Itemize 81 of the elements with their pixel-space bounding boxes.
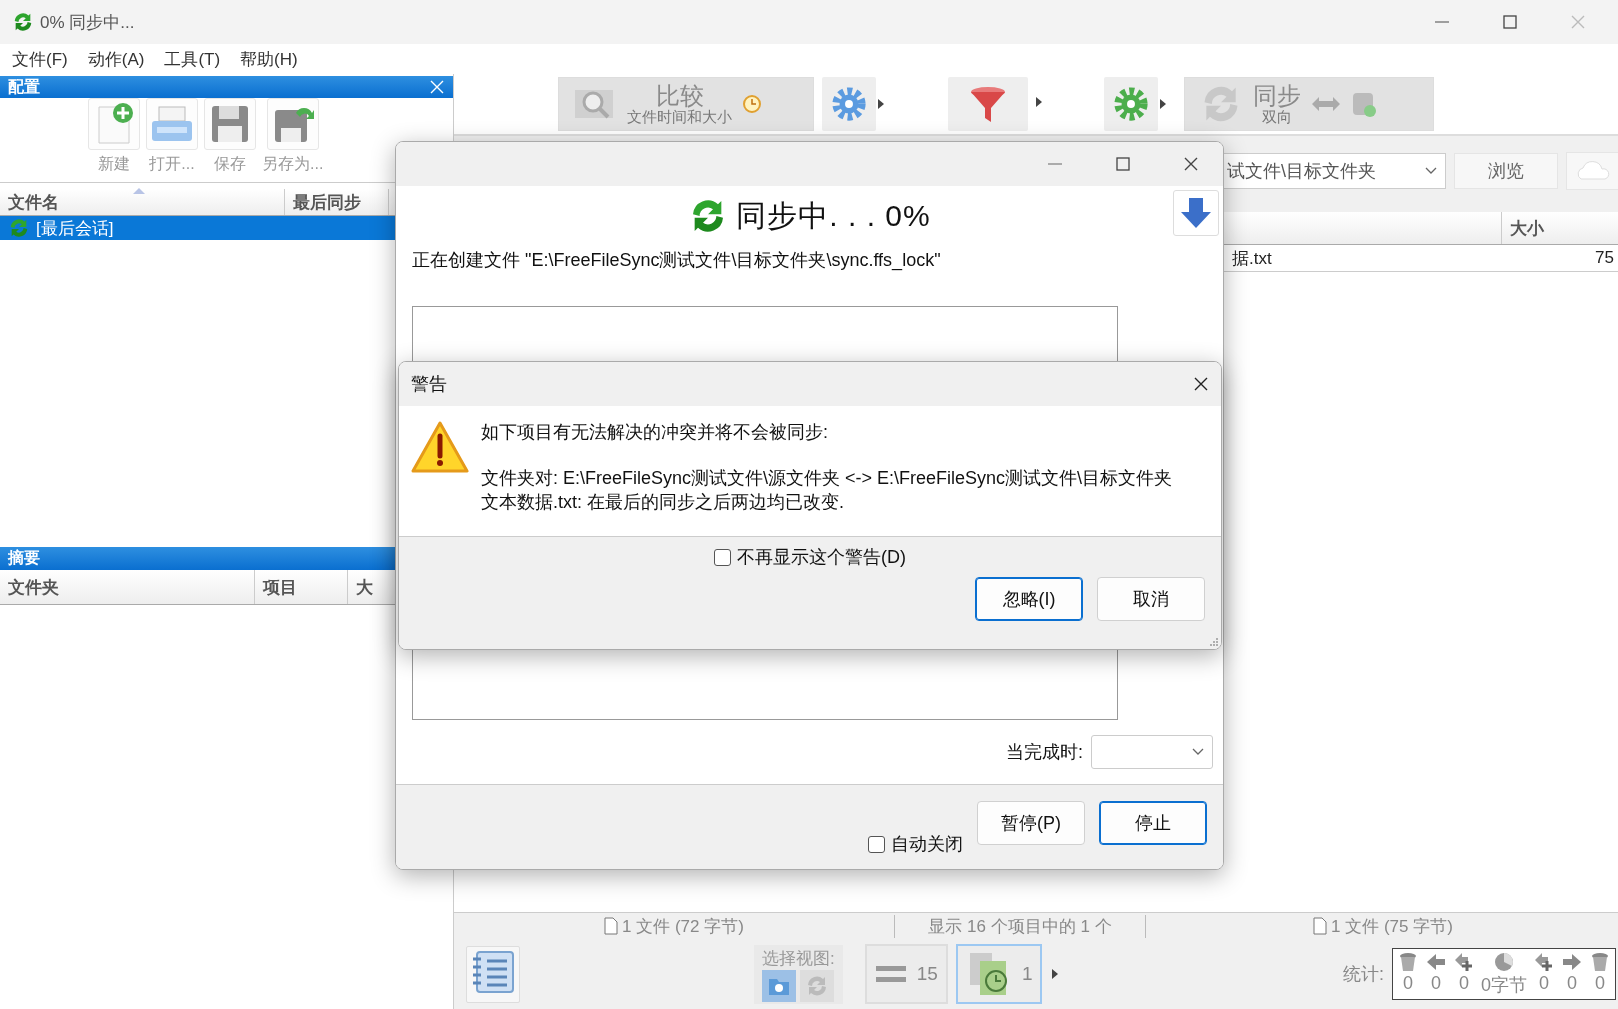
funnel-icon	[968, 84, 1008, 124]
expand-arrow-icon[interactable]	[876, 97, 886, 111]
status-message: 正在创建文件 "E:\FreeFileSync测试文件\目标文件夹\sync.ffs_lock"	[411, 249, 942, 272]
equals-icon	[874, 964, 907, 984]
column-header[interactable]: 大小	[1501, 212, 1618, 244]
dialog-button[interactable]: 忽略(I)	[975, 577, 1083, 621]
view-mode-button[interactable]	[762, 969, 797, 1002]
stat-value: 0	[1567, 973, 1577, 994]
view-label: 选择视图:	[762, 947, 835, 970]
file-size: 75	[1595, 248, 1614, 268]
close-button[interactable]	[1183, 156, 1199, 172]
checkbox[interactable]	[868, 835, 885, 853]
expand-arrow-icon[interactable]	[1034, 95, 1044, 109]
clock-icon	[742, 94, 762, 114]
menu-item[interactable]: 文件(F)	[12, 47, 68, 71]
sort-arrow-icon	[132, 187, 146, 195]
sync-icon	[12, 11, 34, 33]
dont-show-checkbox[interactable]: 不再显示这个警告(D)	[714, 545, 906, 569]
checkbox-label: 不再显示这个警告(D)	[737, 546, 906, 569]
log-button[interactable]	[466, 945, 520, 1003]
right-arrow-icon	[1561, 951, 1583, 973]
auto-close-checkbox[interactable]: 自动关闭	[868, 832, 963, 856]
sync-icon	[8, 217, 30, 239]
stat-value: 0	[1430, 973, 1441, 994]
menu-item[interactable]: 工具(T)	[164, 47, 221, 71]
cloud-icon	[1575, 161, 1611, 181]
maximize-button[interactable]	[1115, 156, 1131, 172]
status-text: 显示 16 个项目中的 1 个	[928, 915, 1112, 938]
compare-button[interactable]: 比较 文件时间和大小	[558, 77, 814, 131]
left-arrow-icon	[1425, 951, 1447, 973]
stat-value: 0字节	[1481, 974, 1527, 997]
stat-value: 0	[1595, 973, 1605, 994]
filter-button[interactable]	[948, 77, 1028, 131]
file-name: 据.txt	[1232, 247, 1272, 270]
sync-button[interactable]: 同步 双向	[1184, 77, 1434, 131]
resize-grip-icon[interactable]	[1209, 637, 1219, 647]
dialog-button[interactable]: 暂停(P)	[977, 801, 1085, 845]
expand-arrow-icon[interactable]	[1158, 97, 1168, 111]
plus-arrow-icon	[1533, 951, 1555, 973]
panel-title: 摘要	[8, 548, 40, 568]
column-header[interactable]: 文件夹	[0, 570, 255, 604]
checkbox[interactable]	[714, 548, 731, 566]
stat-value: 0	[1458, 973, 1469, 994]
close-button[interactable]	[1193, 376, 1209, 392]
down-arrow-icon	[1179, 196, 1213, 230]
maximize-button[interactable]	[1502, 14, 1518, 30]
checkbox-label: 自动关闭	[891, 833, 963, 856]
dialog-title: 警告	[411, 373, 447, 396]
conflict-detail: 文本数据.txt: 在最后的同步之后两边均已改变.	[481, 491, 845, 514]
status-text: 1 文件 (75 字节)	[1331, 915, 1453, 938]
window-title: 0% 同步中...	[40, 11, 135, 34]
menu-item[interactable]: 动作(A)	[87, 47, 145, 71]
menu-item[interactable]: 帮助(H)	[240, 47, 298, 71]
file-icon	[1313, 917, 1328, 935]
progress-title: 同步中. . . 0%	[736, 197, 931, 234]
column-header[interactable]: 文件名	[0, 189, 285, 215]
file-icon	[604, 917, 619, 935]
session-name: [最后会话]	[36, 217, 114, 240]
double-arrow-icon	[1311, 96, 1341, 112]
plus-arrow-icon	[1453, 951, 1475, 973]
bin-icon	[1397, 951, 1419, 973]
settings-icon	[830, 85, 868, 123]
pie-icon	[1493, 951, 1515, 973]
folder-path: 试文件\目标文件夹	[1227, 160, 1376, 183]
warning-icon	[411, 420, 469, 474]
browse-button[interactable]: 浏览	[1454, 153, 1558, 189]
warning-message: 如下项目有无法解决的冲突并将不会被同步:	[481, 421, 829, 444]
completion-label: 当完成时:	[1006, 741, 1083, 764]
dialog-button[interactable]: 取消	[1097, 577, 1205, 621]
minimize-to-tray-button[interactable]	[1173, 190, 1219, 236]
column-header[interactable]: 最后同步	[285, 189, 389, 215]
stat-value: 0	[1402, 973, 1413, 994]
stats-label: 统计:	[1342, 963, 1384, 986]
panel-title: 配置	[8, 76, 40, 97]
column-header[interactable]: 项目	[255, 570, 348, 604]
settings-icon	[1112, 85, 1150, 123]
stat-value: 0	[1539, 973, 1549, 994]
dialog-button[interactable]: 停止	[1099, 801, 1207, 845]
status-text: 1 文件 (72 字节)	[622, 915, 744, 938]
bin-icon	[1589, 951, 1611, 973]
conflict-detail: 文件夹对: E:\FreeFileSync测试文件\源文件夹 <-> E:\FreeFileSync测试文件\目标文件夹	[481, 467, 1173, 490]
